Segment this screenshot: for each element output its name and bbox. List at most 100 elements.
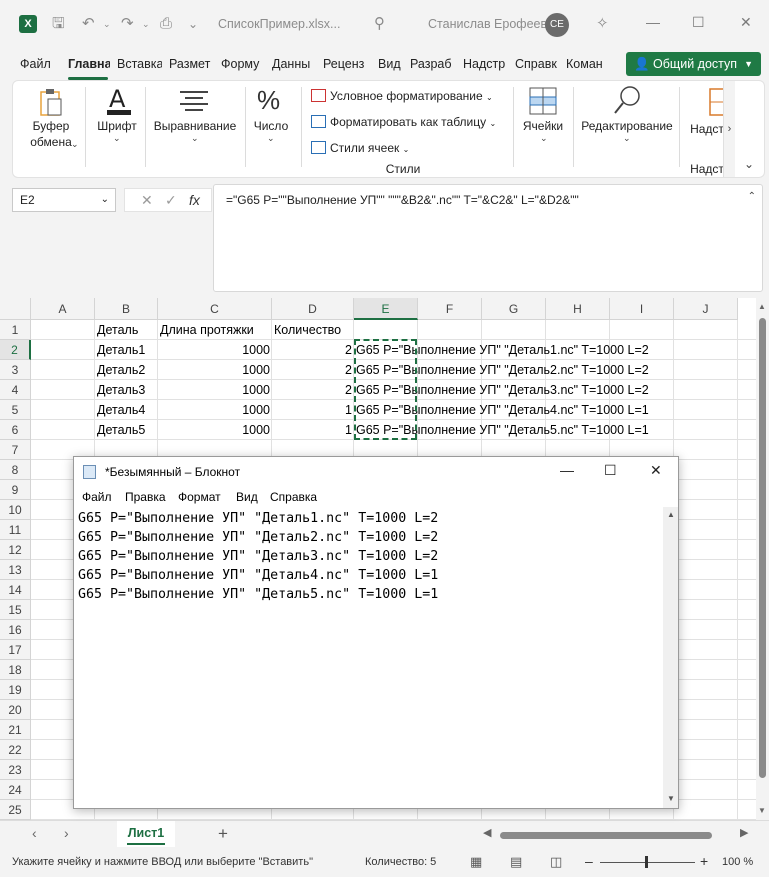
zoom-out-icon[interactable]: – [585,853,593,869]
row-header-24[interactable]: 24 [0,780,31,800]
share-button[interactable]: 👤 Общий доступ ▼ [626,52,761,76]
cell-c2[interactable]: 1000 [158,340,272,360]
notepad-menu-edit[interactable]: Правка [125,490,166,504]
notepad-close-button[interactable]: ✕ [650,462,662,479]
row-header-2[interactable]: 2 [0,340,31,360]
redo-dropdown-icon[interactable]: ⌄ [142,15,150,33]
cell-d4[interactable]: 2 [272,380,354,400]
vertical-scrollbar[interactable]: ▲ ▼ [756,298,769,820]
font-icon[interactable]: A [105,83,133,117]
tab-data[interactable]: Данны [272,57,316,71]
notepad-menu-view[interactable]: Вид [236,490,258,504]
minimize-button[interactable]: — [646,14,660,30]
row-header-23[interactable]: 23 [0,760,31,780]
notepad-scroll-up-icon[interactable]: ▲ [667,510,675,519]
cell-d3[interactable]: 2 [272,360,354,380]
notepad-menu-help[interactable]: Справка [270,490,317,504]
undo-dropdown-icon[interactable]: ⌄ [103,15,111,33]
cell-b6[interactable]: Деталь5 [95,420,158,440]
cell-b5[interactable]: Деталь4 [95,400,158,420]
confirm-icon[interactable]: ✓ [165,192,177,209]
notepad-scroll-down-icon[interactable]: ▼ [667,794,675,803]
alignment-chevron-icon[interactable]: ⌄ [191,133,199,144]
scroll-up-icon[interactable]: ▲ [758,302,766,311]
row-header-1[interactable]: 1 [0,320,31,340]
addins-label[interactable]: Надст [689,122,725,136]
format-as-table-button[interactable]: Форматировать как таблицу ⌄ [311,115,496,129]
redo-icon[interactable]: ↷ [121,15,134,33]
tab-insert[interactable]: Вставка [117,57,162,71]
row-header-5[interactable]: 5 [0,400,31,420]
magic-wand-icon[interactable]: ✧ [596,15,609,33]
row-header-13[interactable]: 13 [0,560,31,580]
zoom-slider-thumb[interactable] [645,856,648,868]
editing-label[interactable]: Редактирование [577,119,677,133]
cell-b3[interactable]: Деталь2 [95,360,158,380]
cell-styles-button[interactable]: Стили ячеек ⌄ [311,141,409,155]
tab-teams[interactable]: Коман [566,57,610,71]
notepad-minimize-button[interactable]: — [560,462,574,478]
tab-formulas[interactable]: Форму [221,57,264,71]
magnifier-icon[interactable] [613,85,643,117]
tab-home[interactable]: Главна [68,57,110,71]
tab-review[interactable]: Реценз [323,57,368,71]
number-label[interactable]: Число [247,119,295,133]
row-header-4[interactable]: 4 [0,380,31,400]
column-header-d[interactable]: D [272,298,354,320]
cell-d2[interactable]: 2 [272,340,354,360]
scroll-left-icon[interactable]: ◀ [483,826,491,839]
cell-d5[interactable]: 1 [272,400,354,420]
tab-developer[interactable]: Разраб [410,57,455,71]
zoom-level[interactable]: 100 % [722,856,753,868]
formula-input[interactable]: ="G65 P=""Выполнение УП"" """&B2&".nc"" … [213,184,763,292]
zoom-in-icon[interactable]: + [700,853,708,869]
row-header-7[interactable]: 7 [0,440,31,460]
row-header-12[interactable]: 12 [0,540,31,560]
clipboard-label[interactable]: Буфер [23,119,79,133]
add-sheet-icon[interactable]: + [218,824,228,844]
conditional-formatting-button[interactable]: Условное форматирование ⌄ [311,89,493,103]
cells-icon[interactable] [529,87,557,115]
row-header-22[interactable]: 22 [0,740,31,760]
column-header-g[interactable]: G [482,298,546,320]
ribbon-scroll-right-icon[interactable]: › [723,81,735,177]
cell-c4[interactable]: 1000 [158,380,272,400]
vertical-scroll-thumb[interactable] [759,318,766,778]
alignment-icon[interactable] [179,89,209,113]
percent-icon[interactable]: % [257,85,285,115]
next-sheet-icon[interactable]: › [64,825,69,841]
number-chevron-icon[interactable]: ⌄ [267,133,275,144]
row-header-14[interactable]: 14 [0,580,31,600]
ribbon-collapse-icon[interactable]: ⌄ [744,157,754,171]
row-header-18[interactable]: 18 [0,660,31,680]
row-header-9[interactable]: 9 [0,480,31,500]
row-header-10[interactable]: 10 [0,500,31,520]
cell-c5[interactable]: 1000 [158,400,272,420]
select-all-corner[interactable] [0,298,31,320]
name-box[interactable]: E2 ⌄ [12,188,116,212]
column-header-a[interactable]: A [31,298,95,320]
maximize-button[interactable]: ☐ [692,14,705,31]
editing-chevron-icon[interactable]: ⌄ [623,133,631,144]
normal-view-icon[interactable]: ▦ [470,854,482,870]
page-layout-view-icon[interactable]: ▤ [510,854,522,870]
column-header-i[interactable]: I [610,298,674,320]
notepad-maximize-button[interactable]: ☐ [604,462,617,479]
formula-collapse-icon[interactable]: ⌃ [748,191,756,202]
tab-help[interactable]: Справк [515,57,559,71]
row-header-19[interactable]: 19 [0,680,31,700]
notepad-text-area[interactable]: G65 P="Выполнение УП" "Деталь1.nc" T=100… [78,509,662,807]
cell-c6[interactable]: 1000 [158,420,272,440]
column-header-h[interactable]: H [546,298,610,320]
cells-label[interactable]: Ячейки [517,119,569,133]
row-header-3[interactable]: 3 [0,360,31,380]
tab-page-layout[interactable]: Размет [169,57,213,71]
notepad-window[interactable]: *Безымянный – Блокнот — ☐ ✕ Файл Правка … [73,456,679,809]
scroll-right-icon[interactable]: ▶ [740,826,748,839]
row-header-11[interactable]: 11 [0,520,31,540]
clipboard-icon[interactable] [39,87,63,117]
quick-print-icon[interactable]: ⎙ [160,15,172,33]
tab-view[interactable]: Вид [378,57,401,71]
row-header-20[interactable]: 20 [0,700,31,720]
prev-sheet-icon[interactable]: ‹ [32,825,37,841]
